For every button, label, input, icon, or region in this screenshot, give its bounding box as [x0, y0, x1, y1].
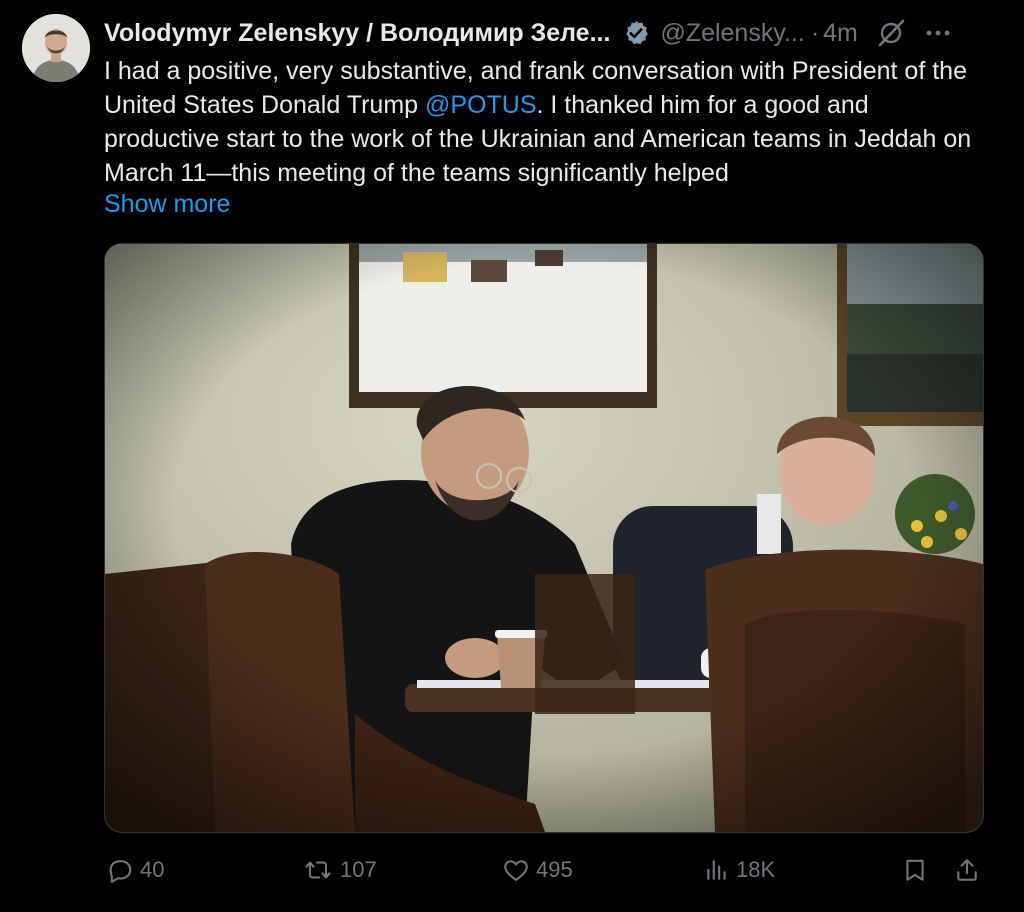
bookmark-button[interactable] [902, 852, 928, 888]
separator-dot: · [810, 18, 820, 47]
views-button[interactable]: 18K [704, 852, 775, 888]
mention-link[interactable]: @POTUS [425, 91, 537, 119]
author-name[interactable]: Volodymyr Zelenskyy / Володимир Зеле... [104, 19, 610, 48]
avatar-image [22, 14, 90, 82]
tweet-photo[interactable] [104, 243, 984, 833]
repost-icon [305, 861, 331, 879]
photo-image [105, 244, 983, 832]
share-icon [957, 859, 977, 881]
author-handle[interactable]: @Zelensky... [660, 19, 804, 48]
tweet-header: Volodymyr Zelenskyy / Володимир Зеле... … [104, 16, 1010, 50]
repost-button[interactable]: 107 [302, 852, 377, 888]
tweet-text: I had a positive, very substantive, and … [104, 54, 984, 190]
grok-icon[interactable] [876, 18, 906, 48]
tweet: Volodymyr Zelenskyy / Володимир Зеле... … [0, 0, 1024, 912]
show-more-link[interactable]: Show more [104, 190, 230, 219]
views-icon [707, 860, 726, 880]
share-button[interactable] [954, 852, 980, 888]
reply-button[interactable]: 40 [106, 852, 164, 888]
like-icon [504, 860, 528, 881]
avatar[interactable] [22, 14, 90, 82]
reply-icon [109, 860, 132, 883]
more-options-icon[interactable] [926, 29, 950, 37]
repost-count: 107 [340, 857, 377, 882]
timestamp[interactable]: 4m [823, 19, 858, 48]
like-count: 495 [536, 857, 573, 882]
reply-count: 40 [140, 857, 165, 882]
action-bar: 40 107 495 18K [104, 852, 984, 888]
like-button[interactable]: 495 [502, 852, 573, 888]
views-count: 18K [736, 857, 776, 882]
bookmark-icon [906, 859, 924, 881]
verified-badge-icon [622, 19, 650, 47]
